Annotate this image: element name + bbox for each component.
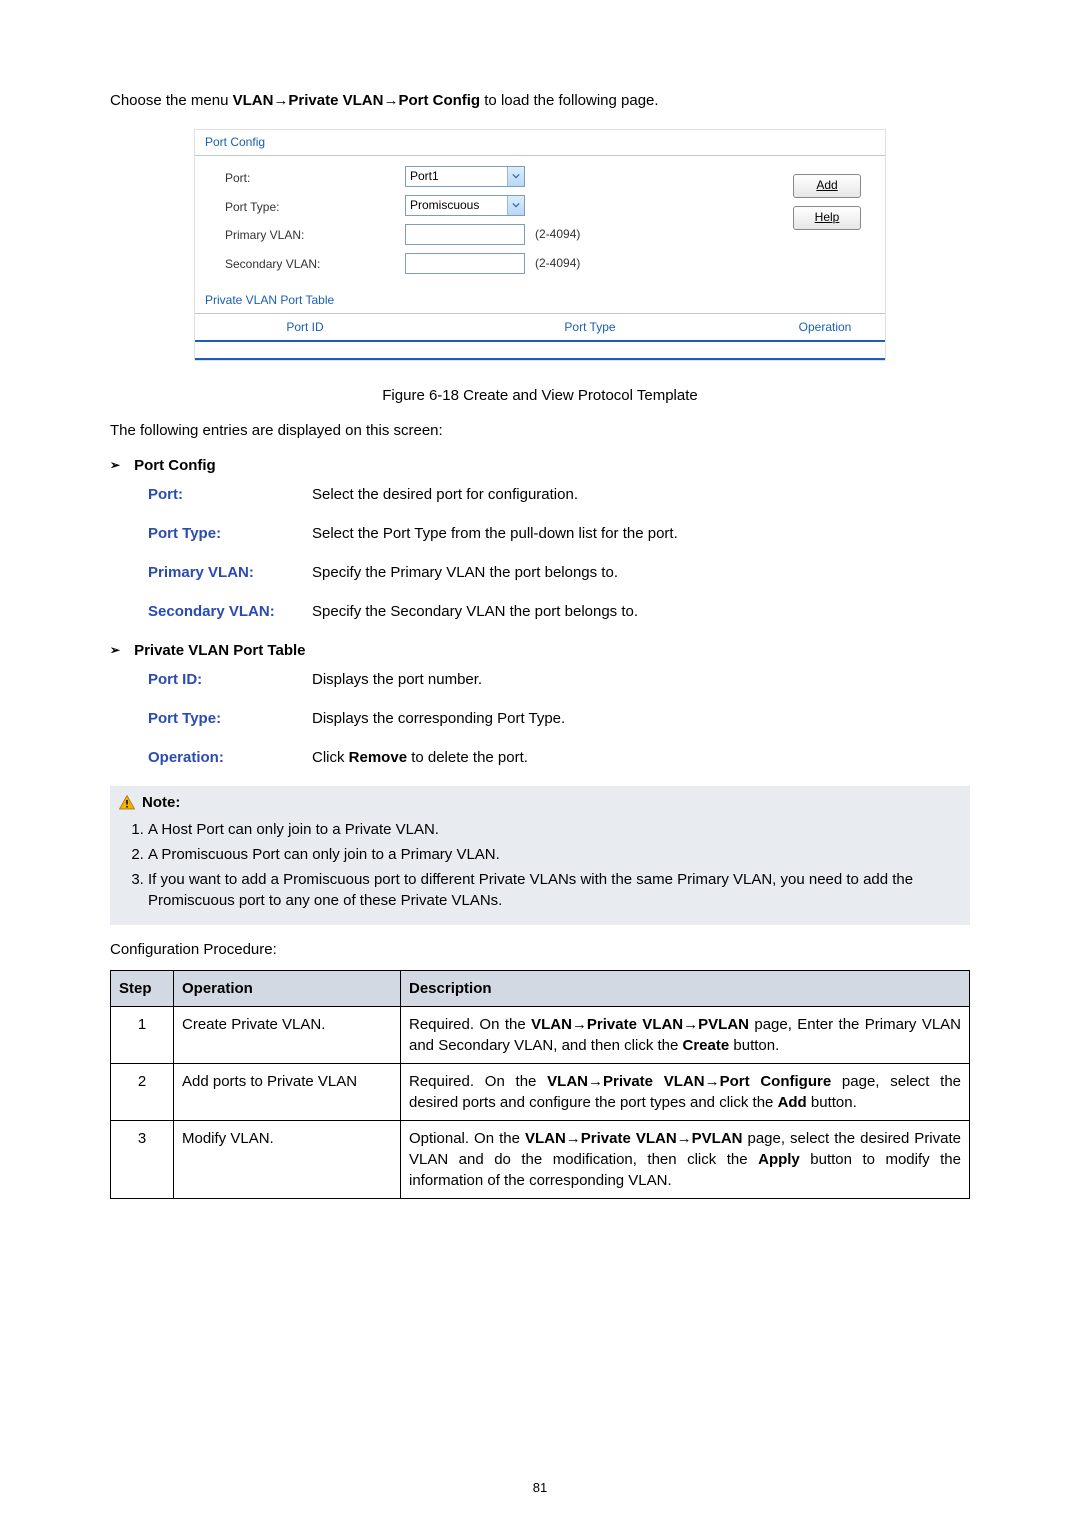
col-port-id: Port ID [195,319,415,336]
note-box: Note: A Host Port can only join to a Pri… [110,786,970,925]
secondary-vlan-input[interactable] [405,253,525,274]
port-type-select[interactable]: Promiscuous [405,195,525,216]
note-heading: Note: [118,792,962,813]
def-port-id-label: Port ID: [148,669,312,690]
pvpt-definitions: Port ID: Displays the port number. Port … [148,669,970,768]
def-port-id-value: Displays the port number. [312,669,970,690]
primary-vlan-range-hint: (2-4094) [535,226,580,243]
warning-icon [118,794,136,812]
page-number: 81 [0,1479,1080,1497]
cell-step: 3 [111,1121,174,1199]
instruction-path: VLAN→Private VLAN→Port Config [233,92,481,109]
th-operation: Operation [174,971,401,1007]
label-primary-vlan: Primary VLAN: [225,227,405,244]
divider [195,313,885,314]
help-button[interactable]: Help [793,206,861,230]
private-vlan-port-table-title: Private VLAN Port Table [195,288,885,311]
def-secondary-vlan-label: Secondary VLAN: [148,601,312,622]
port-config-definitions: Port: Select the desired port for config… [148,484,970,622]
table-row: 3 Modify VLAN. Optional. On the VLAN→Pri… [111,1121,970,1199]
figure-caption: Figure 6-18 Create and View Protocol Tem… [110,385,970,406]
port-config-body: Port: Port Type: Primary VLAN: Secondary… [195,158,885,288]
cell-description: Optional. On the VLAN→Private VLAN→PVLAN… [401,1121,970,1199]
divider [195,155,885,156]
note-item: If you want to add a Promiscuous port to… [148,869,962,911]
cell-operation: Add ports to Private VLAN [174,1064,401,1121]
def-port-type-label: Port Type: [148,523,312,544]
port-config-section-title: Port Config [195,130,885,153]
port-select[interactable]: Port1 [405,166,525,187]
private-vlan-port-table-header: Port ID Port Type Operation [195,316,885,343]
note-list: A Host Port can only join to a Private V… [126,819,962,911]
secondary-vlan-range-hint: (2-4094) [535,255,580,272]
def-port-type2-label: Port Type: [148,708,312,729]
def-operation-label: Operation: [148,747,312,768]
label-port-type: Port Type: [225,199,405,216]
bullet-icon: ➢ [110,642,120,659]
procedure-table: Step Operation Description 1 Create Priv… [110,970,970,1199]
table-row: 1 Create Private VLAN. Required. On the … [111,1007,970,1064]
pvpt-heading: ➢ Private VLAN Port Table [110,640,970,661]
menu-instruction: Choose the menu VLAN→Private VLAN→Port C… [110,90,970,111]
def-port-type-value: Select the Port Type from the pull-down … [312,523,970,544]
def-primary-vlan-label: Primary VLAN: [148,562,312,583]
label-port: Port: [225,170,405,187]
label-secondary-vlan: Secondary VLAN: [225,256,405,273]
th-description: Description [401,971,970,1007]
port-select-value: Port1 [406,168,507,185]
instruction-suffix: to load the following page. [480,92,658,109]
screenshot-panel: Port Config Port: Port Type: Primary VLA… [194,129,886,361]
primary-vlan-input[interactable] [405,224,525,245]
note-item: A Promiscuous Port can only join to a Pr… [148,844,962,865]
def-secondary-vlan-value: Specify the Secondary VLAN the port belo… [312,601,970,622]
bullet-icon: ➢ [110,457,120,474]
cell-description: Required. On the VLAN→Private VLAN→PVLAN… [401,1007,970,1064]
def-port-type2-value: Displays the corresponding Port Type. [312,708,970,729]
def-primary-vlan-value: Specify the Primary VLAN the port belong… [312,562,970,583]
table-row: 2 Add ports to Private VLAN Required. On… [111,1064,970,1121]
def-port-value: Select the desired port for configuratio… [312,484,970,505]
cell-description: Required. On the VLAN→Private VLAN→Port … [401,1064,970,1121]
instruction-prefix: Choose the menu [110,92,233,109]
port-type-select-value: Promiscuous [406,197,507,214]
note-item: A Host Port can only join to a Private V… [148,819,962,840]
chevron-down-icon [507,196,524,215]
chevron-down-icon [507,167,524,186]
port-config-heading: ➢ Port Config [110,455,970,476]
def-port-label: Port: [148,484,312,505]
col-port-type: Port Type [415,319,765,336]
cell-operation: Modify VLAN. [174,1121,401,1199]
col-operation: Operation [765,319,885,336]
cell-operation: Create Private VLAN. [174,1007,401,1064]
cell-step: 1 [111,1007,174,1064]
empty-table-body [195,342,885,360]
def-operation-value: Click Remove to delete the port. [312,747,970,768]
add-button[interactable]: Add [793,174,861,198]
entries-intro: The following entries are displayed on t… [110,420,970,441]
th-step: Step [111,971,174,1007]
cell-step: 2 [111,1064,174,1121]
configuration-procedure-heading: Configuration Procedure: [110,939,970,960]
